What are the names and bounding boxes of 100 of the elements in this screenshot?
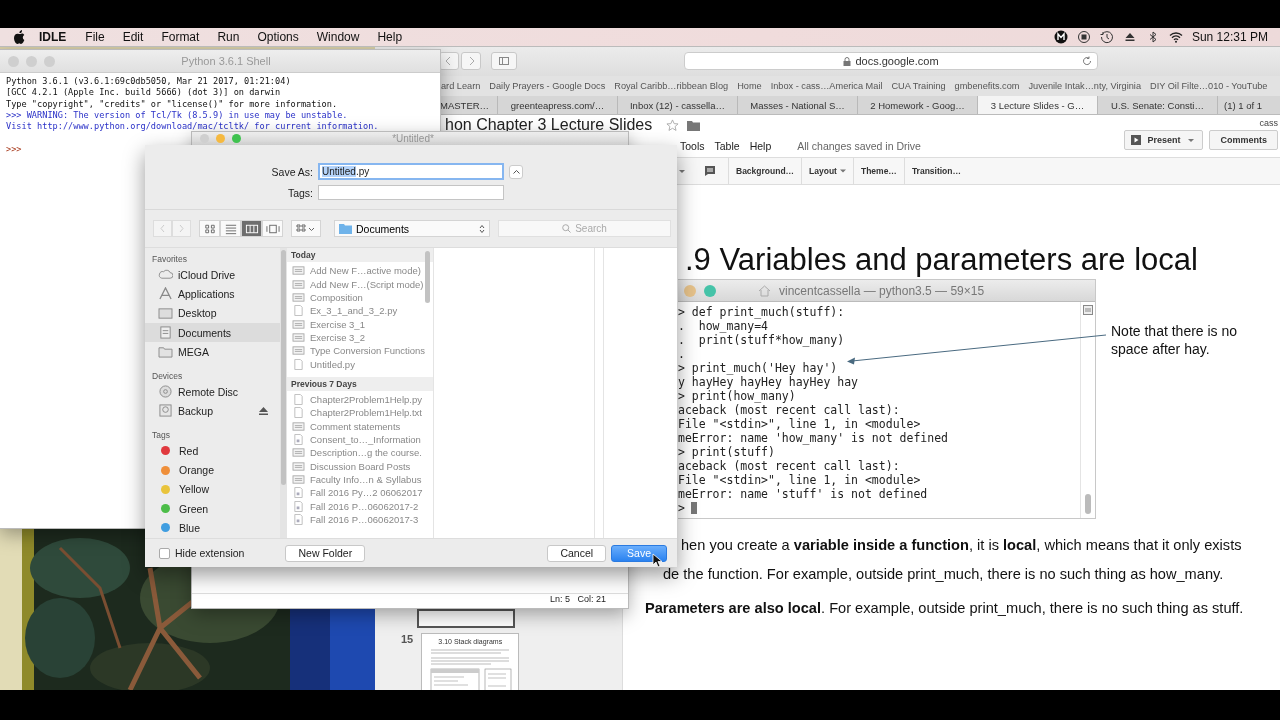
browser-tab[interactable]: MASTER… [440, 96, 497, 114]
bookmark-link[interactable]: Royal Caribb…ribbean Blog [614, 81, 729, 91]
scrollbar-thumb[interactable] [1085, 494, 1091, 514]
sidebar-item[interactable]: Yellow [145, 479, 280, 499]
slide-thumbnail[interactable] [417, 609, 515, 628]
terminal-line: aceback (most recent call last): [678, 403, 901, 417]
comment-icon[interactable] [704, 165, 716, 177]
clock-icon[interactable] [1099, 30, 1114, 44]
list-entry[interactable]: Add New F…active mode) [287, 264, 433, 278]
list-entry[interactable]: Add New F…(Script mode) [287, 277, 433, 291]
scrollbar-thumb[interactable] [281, 250, 286, 485]
sidebar-item[interactable]: Desktop [145, 303, 280, 323]
browser-tab[interactable]: greenteapress.com/… [497, 96, 617, 114]
status-icon[interactable] [1053, 30, 1068, 44]
slide-title: .9 Variables and parameters are local [685, 241, 1199, 279]
folder-icon[interactable] [687, 119, 701, 131]
bookmark-link[interactable]: Daily Prayers - Google Docs [489, 81, 606, 91]
document-title[interactable]: hon Chapter 3 Lecture Slides [445, 117, 653, 133]
list-view-button[interactable] [220, 220, 241, 237]
list-entry[interactable]: Consent_to…_Information [287, 432, 433, 447]
list-entry[interactable]: Description…g the course. [287, 446, 433, 460]
bookmark-link[interactable]: Juvenile Intak…nty, Virginia [1028, 81, 1141, 91]
sidebar-item[interactable]: Orange [145, 460, 280, 480]
browser-tab[interactable]: (1) 1 of 1 [1217, 96, 1280, 114]
list-entry[interactable]: Chapter2Problem1Help.txt [287, 406, 433, 420]
bookmark-link[interactable]: Home [737, 81, 762, 91]
record-icon[interactable] [1076, 30, 1091, 44]
menu-item[interactable]: Options [257, 30, 299, 44]
sidebar-item[interactable]: MEGA [145, 342, 280, 362]
columns-view-button[interactable] [241, 220, 262, 237]
bookmark-link[interactable]: CUA Training [891, 81, 946, 91]
browser-tab[interactable]: Inbox (12) - cassella… [617, 96, 737, 114]
present-button[interactable]: Present [1124, 130, 1204, 150]
checkbox[interactable] [159, 547, 170, 559]
tags-field[interactable] [318, 185, 504, 200]
sidebar-item[interactable]: Remote Disc [145, 382, 280, 402]
bookmark-link[interactable]: Inbox - cass…America Mail [770, 81, 883, 91]
back-button[interactable] [439, 52, 459, 70]
sidebar-item[interactable]: Applications [145, 284, 280, 304]
sidebar-item[interactable]: Green [145, 498, 280, 519]
location-dropdown[interactable]: Documents [334, 220, 490, 237]
sidebar-item[interactable]: Backup [145, 401, 280, 421]
sidebar-item[interactable]: iCloud Drive [145, 265, 280, 285]
sidebar-item[interactable]: Red [145, 441, 280, 461]
icons-view-button[interactable] [199, 220, 220, 237]
address-bar[interactable]: docs.google.com [684, 52, 1098, 70]
sidebar-item[interactable]: Blue [145, 518, 280, 538]
list-entry[interactable]: Ex_3_1_and_3_2.py [287, 304, 433, 318]
browser-tab[interactable]: Masses - National S… [737, 96, 857, 114]
toolbar-button[interactable]: Layout [801, 158, 853, 184]
list-entry[interactable]: Fall 2016 P…06062017-3 [287, 512, 433, 527]
menu-item[interactable]: File [85, 30, 105, 44]
apple-icon[interactable] [13, 30, 25, 44]
app-menu[interactable]: IDLE [39, 30, 67, 44]
list-entry[interactable]: Chapter2Problem1Help.py [287, 392, 433, 407]
wifi-icon[interactable] [1168, 30, 1183, 44]
toolbar-button[interactable]: Transition… [903, 158, 968, 184]
menu-item[interactable]: Help [749, 140, 772, 152]
toolbar-button[interactable]: Background… [728, 158, 802, 184]
menu-item[interactable]: Run [217, 30, 240, 44]
arrange-button[interactable] [291, 220, 321, 237]
zoom-button[interactable] [232, 134, 241, 143]
list-entry[interactable]: Untitled.py [287, 357, 433, 371]
bookmark-link[interactable]: gmbenefits.com [954, 81, 1020, 91]
sidebar-button[interactable] [491, 52, 517, 70]
list-entry[interactable]: Composition [287, 290, 433, 305]
list-entry[interactable]: Exercise 3_1 [287, 317, 433, 331]
sidebar-item[interactable]: Documents [145, 322, 280, 343]
scrollbar-thumb[interactable] [425, 251, 430, 303]
comments-button[interactable]: Comments [1209, 130, 1278, 150]
collapse-button[interactable] [509, 164, 523, 179]
menu-item[interactable]: Format [161, 30, 200, 44]
menu-item[interactable]: Edit [122, 30, 144, 44]
flow-view-button[interactable] [262, 220, 283, 237]
checkbox-label[interactable]: Hide extension [175, 547, 245, 559]
menu-item[interactable]: Tools [680, 140, 705, 152]
menubar-clock[interactable]: Sun 12:31 PM [1191, 30, 1268, 44]
caret-icon[interactable] [678, 167, 686, 175]
star-icon[interactable] [666, 118, 680, 132]
menu-item[interactable]: Help [377, 30, 403, 44]
list-entry[interactable]: Exercise 3_2 [287, 330, 433, 345]
file-name-field[interactable]: Untitled.py [318, 163, 504, 180]
list-entry[interactable]: Fall 2016 Py…2 06062017 [287, 486, 433, 500]
bookmark-link[interactable]: ard Learn [441, 81, 481, 91]
menu-item[interactable]: Table [714, 140, 740, 152]
bookmark-link[interactable]: DIY Oil Filte…010 - YouTube [1150, 81, 1268, 91]
toolbar-button[interactable]: Theme… [852, 158, 904, 184]
menu-item[interactable]: Window [316, 30, 360, 44]
browser-tab[interactable]: U.S. Senate: Consti… [1097, 96, 1217, 114]
dialog-button[interactable]: New Folder [285, 544, 366, 562]
forward-button[interactable] [461, 52, 481, 70]
list-entry[interactable]: Discussion Board Posts [287, 459, 433, 473]
list-entry[interactable]: Fall 2016 P…06062017-2 [287, 499, 433, 513]
list-entry[interactable]: Comment statements [287, 419, 433, 433]
browser-tab[interactable]: 3 Lecture Slides - G… [977, 96, 1097, 114]
dialog-button[interactable]: Cancel [547, 544, 607, 562]
reload-icon[interactable] [1082, 56, 1092, 66]
list-entry[interactable]: Faculty Info…n & Syllabus [287, 472, 433, 487]
list-entry[interactable]: Type Conversion Functions [287, 344, 433, 358]
eject-icon[interactable] [259, 406, 268, 415]
